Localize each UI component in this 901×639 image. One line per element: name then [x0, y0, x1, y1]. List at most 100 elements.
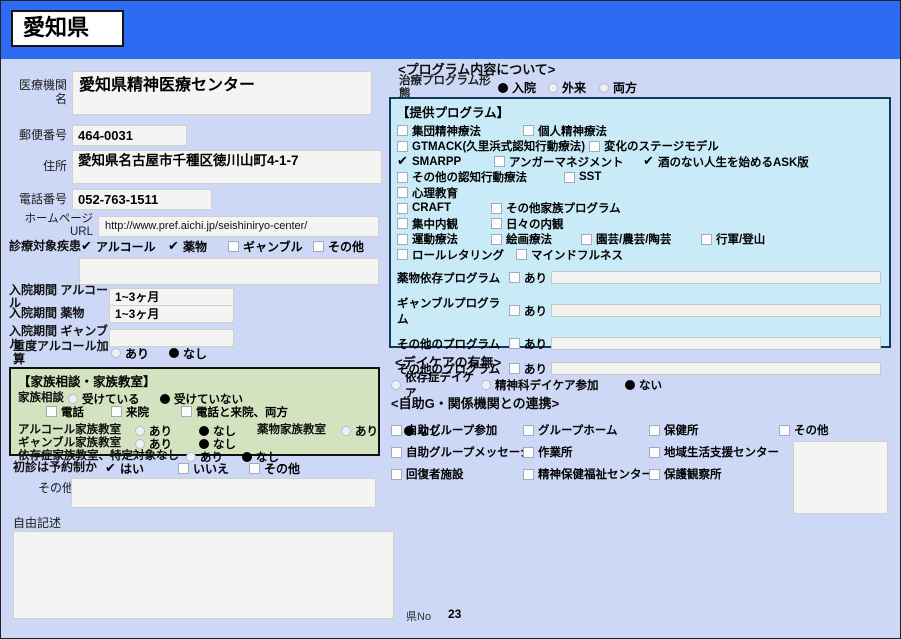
program-checkbox-item[interactable]: ロールレタリング [397, 247, 516, 263]
radio-icon [111, 348, 121, 358]
option-label: 絵画療法 [506, 234, 552, 247]
program-checkbox-item[interactable]: 集中内観 [397, 216, 491, 232]
option-label: ない [639, 379, 662, 392]
disease-row: 診療対象疾患 アルコール 薬物 ギャンブル その他 [9, 239, 364, 254]
checkbox-icon [491, 233, 502, 245]
program-checkbox-item[interactable]: GTMACK(久里浜式認知行動療法) [397, 138, 589, 154]
checkbox-icon [111, 406, 122, 417]
disease-option-gambling[interactable]: ギャンブル [228, 238, 313, 255]
program-checkbox-item[interactable]: 個人精神療法 [523, 123, 607, 139]
first-visit-yes[interactable]: はい [105, 460, 178, 477]
option-label: 精神科デイケア参加 [495, 379, 599, 392]
collab-item-other[interactable]: その他 [779, 422, 829, 438]
other-program-ari-1[interactable]: あり [509, 336, 551, 352]
first-visit-other[interactable]: その他 [249, 460, 300, 477]
stay-drug-input[interactable]: 1~3ヶ月 [109, 305, 234, 323]
checkbox-icon [491, 218, 502, 230]
program-checkbox-item[interactable]: 行軍/登山 [701, 231, 765, 247]
stay-drug-value: 1~3ヶ月 [115, 307, 160, 321]
drug-program-label: 薬物依存プログラム [397, 272, 501, 285]
collab-other-input[interactable] [793, 441, 888, 514]
family-consultation-box: 【家族相談・家族教室】 家族相談 受けている 受けていない 電話 来院 電話と来… [9, 367, 441, 464]
daycare-option-psychiatric[interactable]: 精神科デイケア参加 [481, 377, 625, 393]
phone-input[interactable]: 052-763-1511 [72, 189, 212, 210]
collab-item-healthcenter[interactable]: 保健所 [649, 422, 699, 438]
option-label: 保護観察所 [664, 469, 722, 481]
option-label: その他 [264, 461, 301, 476]
option-label: 作業所 [538, 447, 573, 459]
form-option-outpatient[interactable]: 外来 [548, 79, 599, 96]
program-checkbox-item[interactable]: その他家族プログラム [491, 200, 621, 216]
url-input[interactable]: http://www.pref.aichi.jp/seishiniryo-cen… [98, 215, 379, 237]
program-checkbox-item[interactable]: 酒のない人生を始めるASK版 [643, 154, 809, 170]
collab-item-workshop[interactable]: 作業所 [523, 444, 573, 460]
program-checkbox-item[interactable]: 心理教育 [397, 185, 458, 201]
option-label: 酒のない人生を始めるASK版 [658, 156, 809, 169]
checkbox-icon [181, 406, 192, 417]
free-text-input[interactable] [13, 531, 394, 619]
stay-drug-label: 入院期間 薬物 [9, 306, 85, 321]
collab-item-community-support[interactable]: 地域生活支援センター [649, 444, 779, 460]
checkbox-icon [397, 249, 408, 261]
checkbox-icon [516, 249, 527, 261]
program-checkbox-item[interactable]: SST [564, 171, 601, 183]
stay-alcohol-input[interactable]: 1~3ヶ月 [109, 288, 234, 307]
other-program-input-1[interactable] [551, 337, 881, 350]
drug-program-ari[interactable]: あり [509, 270, 551, 286]
program-checkbox-item[interactable]: マインドフルネス [516, 247, 623, 263]
other-input[interactable] [71, 478, 376, 508]
option-label: 日々の内観 [506, 218, 564, 231]
mode-option-visit[interactable]: 来院 [111, 404, 181, 420]
gambling-program-ari[interactable]: あり [509, 303, 551, 319]
mode-option-phone[interactable]: 電話 [46, 404, 111, 420]
alcohol-class-label: アルコール家族教室 [18, 424, 122, 437]
program-checkbox-item[interactable]: 絵画療法 [491, 231, 581, 247]
collab-item-probation-office[interactable]: 保護観察所 [649, 466, 722, 482]
severe-option-yes[interactable]: あり [111, 345, 169, 362]
checkbox-icon [649, 468, 660, 480]
collab-item-grouphome[interactable]: グループホーム [523, 422, 617, 438]
program-checkbox-item[interactable]: アンガーマネジメント [494, 154, 643, 170]
option-label: 電話と来院、両方 [196, 406, 288, 419]
option-label: あり [524, 305, 547, 318]
radio-icon [391, 379, 401, 390]
checkbox-icon [397, 154, 408, 167]
institution-name-input[interactable]: 愛知県精神医療センター [72, 71, 372, 115]
checkbox-icon [81, 239, 92, 252]
option-label: 集中内観 [412, 218, 458, 231]
disease-option-alcohol[interactable]: アルコール [81, 238, 168, 255]
program-checkbox-item[interactable]: SMARPP [397, 154, 494, 168]
disease-option-other[interactable]: その他 [313, 238, 364, 255]
form-option-inpatient[interactable]: 入院 [498, 79, 548, 96]
postal-code-input[interactable]: 464-0031 [72, 125, 187, 146]
program-checkbox-item[interactable]: その他の認知行動療法 [397, 169, 564, 185]
first-visit-no[interactable]: いいえ [178, 460, 249, 477]
collab-item-mental-welfare-center[interactable]: 精神保健福祉センター [523, 466, 653, 482]
program-checkbox-item[interactable]: 日々の内観 [491, 216, 564, 232]
program-checkbox-item[interactable]: 集団精神療法 [397, 123, 523, 139]
mode-option-both[interactable]: 電話と来院、両方 [181, 404, 288, 420]
checkbox-icon [313, 241, 324, 252]
severe-option-no[interactable]: なし [169, 345, 207, 362]
other-program-input-2[interactable] [551, 362, 881, 375]
program-checkbox-item[interactable]: CRAFT [397, 202, 491, 214]
other-program-ari-2[interactable]: あり [509, 361, 551, 377]
daycare-option-none[interactable]: ない [625, 377, 662, 393]
disease-note-input[interactable] [79, 258, 379, 285]
address-input[interactable]: 愛知県名古屋市千種区徳川山町4-1-7 [72, 150, 382, 184]
gambling-program-input[interactable] [551, 304, 881, 317]
option-label: あり [355, 425, 378, 438]
disease-option-drug[interactable]: 薬物 [168, 238, 228, 255]
collab-item-selfhelp-message[interactable]: 自助グループメッセージ [391, 444, 532, 460]
form-option-both[interactable]: 両方 [599, 79, 637, 96]
checkbox-icon [581, 233, 592, 245]
drug-program-input[interactable] [551, 271, 881, 284]
program-checkbox-item[interactable]: 変化のステージモデル [589, 138, 719, 154]
drug-program-line: 薬物依存プログラム あり [397, 270, 883, 286]
collab-item-recovery-facility[interactable]: 回復者施設 [391, 466, 464, 482]
program-checkbox-item[interactable]: 園芸/農芸/陶芸 [581, 231, 701, 247]
provided-programs-title: 【提供プログラム】 [397, 106, 510, 120]
program-checkbox-item[interactable]: 運動療法 [397, 231, 491, 247]
checkbox-icon [523, 125, 534, 137]
collab-item-selfhelp-join[interactable]: 自助グループ参加 [391, 422, 497, 438]
